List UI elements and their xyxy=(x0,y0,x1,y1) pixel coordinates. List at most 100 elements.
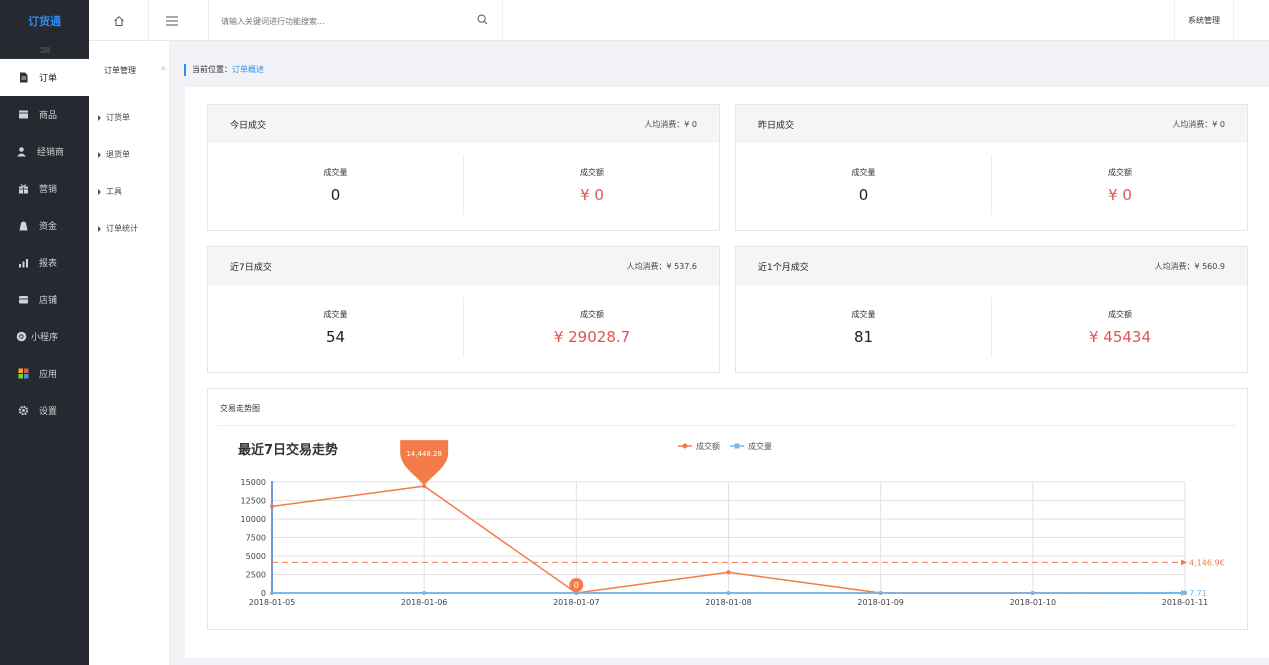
qty-value: 54 xyxy=(325,328,346,346)
submenu-item-order-stats[interactable]: 订单统计 xyxy=(89,210,169,247)
chart-marks: 14,448.28 0 xyxy=(400,440,584,593)
qty-column: 成交量 81 xyxy=(736,297,992,357)
submenu-item-return-order[interactable]: 退货单 xyxy=(89,136,169,173)
amount-value: ¥ 0 xyxy=(1108,186,1132,204)
qty-value: 81 xyxy=(853,328,874,346)
gear-icon xyxy=(18,405,29,416)
breadcrumb-current[interactable]: 订单概述 xyxy=(232,65,264,74)
app-root: 订货通 系统管理 订单 商品 经销商 营销 xyxy=(0,0,1269,665)
sidebar-item-dealer[interactable]: 经销商 xyxy=(0,133,89,170)
x-tick-label: 2018-01-10 xyxy=(1010,598,1056,607)
legend-label: 成交量 xyxy=(748,441,772,451)
submenu-item-purchase-order[interactable]: 订货单 xyxy=(89,99,169,136)
breadcrumb: 当前位置：订单概述 xyxy=(184,64,264,76)
x-tick-label: 2018-01-07 xyxy=(553,598,600,607)
card-body: 成交量 81 成交额 ¥ 45434 xyxy=(736,297,1247,357)
card-header: 今日成交 人均消费：¥ 0 xyxy=(208,105,719,143)
user-icon xyxy=(17,147,26,157)
legend-marker xyxy=(734,443,740,449)
submenu-title: 订单管理 « xyxy=(89,41,169,99)
average-arrow xyxy=(1181,589,1187,596)
y-tick-label: 0 xyxy=(261,589,266,598)
system-management-button[interactable]: 系统管理 xyxy=(1174,0,1234,41)
amount-label: 成交额 xyxy=(580,168,604,177)
y-tick-label: 7500 xyxy=(246,534,266,543)
card-header: 昨日成交 人均消费：¥ 0 xyxy=(736,105,1247,143)
average-arrow xyxy=(1181,559,1187,566)
submenu-item-label: 订单统计 xyxy=(106,224,138,233)
amount-value: ¥ 45434 xyxy=(1088,328,1152,346)
card-avg: 人均消费：¥ 0 xyxy=(1172,119,1225,129)
sidebar-item-store[interactable]: 店铺 xyxy=(0,281,89,318)
menu-toggle-button[interactable] xyxy=(149,0,195,41)
breadcrumb-prefix: 当前位置： xyxy=(192,65,232,74)
card-title: 近1个月成交 xyxy=(758,262,809,273)
sidebar-item-order[interactable]: 订单 xyxy=(0,59,89,96)
max-value-marker xyxy=(400,440,449,487)
chart-grid xyxy=(272,481,1186,594)
amount-label: 成交额 xyxy=(1108,168,1132,177)
amount-value: ¥ 0 xyxy=(580,186,604,204)
sidebar-item-label: 应用 xyxy=(39,370,58,380)
qty-value: 0 xyxy=(330,186,341,204)
amount-label: 成交额 xyxy=(580,310,604,319)
wallet-icon xyxy=(19,221,28,231)
sidebar-item-label: 店铺 xyxy=(39,296,58,306)
caret-right-icon xyxy=(98,188,101,195)
collapse-icon xyxy=(39,47,50,52)
card-body: 成交量 54 成交额 ¥ 29028.7 xyxy=(208,297,719,357)
x-tick-label: 2018-01-09 xyxy=(857,598,904,607)
sidebar-item-settings[interactable]: 设置 xyxy=(0,392,89,429)
sidebar-item-label: 资金 xyxy=(39,222,58,232)
collapse-submenu-icon[interactable]: « xyxy=(160,64,166,74)
sidebar-item-apps[interactable]: 应用 xyxy=(0,355,89,392)
caret-right-icon xyxy=(98,114,101,121)
qty-label: 成交量 xyxy=(323,310,348,319)
sidebar-item-marketing[interactable]: 营销 xyxy=(0,170,89,207)
submenu-item-label: 工具 xyxy=(106,187,122,196)
sidebar-item-funds[interactable]: 资金 xyxy=(0,207,89,244)
y-tick-label: 15000 xyxy=(241,478,266,487)
qty-column: 成交量 0 xyxy=(736,155,992,215)
qty-label: 成交量 xyxy=(851,310,876,319)
card-avg: 人均消费：¥ 0 xyxy=(644,119,697,129)
data-point xyxy=(270,504,274,509)
search-input[interactable] xyxy=(221,13,461,29)
sidebar-item-mini-program[interactable]: 小程序 xyxy=(0,318,89,355)
sidebar-collapse-handle[interactable] xyxy=(0,41,89,59)
sidebar-item-label: 报表 xyxy=(39,259,58,269)
legend-label: 成交额 xyxy=(696,441,720,451)
chart-axes: 0 2500 5000 7500 10000 12500 15000 2018-01-05 20… xyxy=(241,478,1209,607)
amount-column: 成交额 ¥ 45434 xyxy=(992,297,1248,357)
qty-label: 成交量 xyxy=(851,168,876,177)
y-tick-label: 2500 xyxy=(246,571,266,580)
amount-column: 成交额 ¥ 0 xyxy=(992,155,1248,215)
chart-title: 最近7日交易走势 xyxy=(238,442,338,458)
sidebar-item-label: 经销商 xyxy=(37,148,65,158)
amount-column: 成交额 ¥ 0 xyxy=(464,155,720,215)
sidebar-item-label: 营销 xyxy=(39,185,58,195)
submenu-title-label: 订单管理 xyxy=(104,65,136,75)
card-header: 近7日成交 人均消费：¥ 537.6 xyxy=(208,247,719,285)
apps-icon xyxy=(18,368,29,379)
sidebar: 订单 商品 经销商 营销 资金 报表 店铺 小程序 应用 设置 xyxy=(0,41,89,665)
qty-column: 成交量 54 xyxy=(208,297,464,357)
sidebar-item-report[interactable]: 报表 xyxy=(0,244,89,281)
home-button[interactable] xyxy=(89,0,149,41)
app-logo[interactable]: 订货通 xyxy=(0,0,89,41)
sidebar-item-label: 订单 xyxy=(39,74,58,84)
stat-card-7days: 近7日成交 人均消费：¥ 537.6 成交量 54 成交额 ¥ 29028.7 xyxy=(207,246,720,373)
min-value-label: 0 xyxy=(574,581,579,590)
card-title: 近7日成交 xyxy=(230,262,272,273)
amount-value: ¥ 29028.7 xyxy=(553,328,631,346)
search-icon[interactable] xyxy=(477,14,488,25)
trend-line-chart[interactable]: 最近7日交易走势 成交额 成交量 0 2500 5000 7500 10000 12500 1… xyxy=(208,389,1247,629)
card-avg: 人均消费：¥ 537.6 xyxy=(626,261,697,271)
sidebar-item-goods[interactable]: 商品 xyxy=(0,96,89,133)
chart-legend[interactable]: 成交额 成交量 xyxy=(678,441,772,451)
x-tick-label: 2018-01-08 xyxy=(705,598,752,607)
qty-value: 0 xyxy=(858,186,869,204)
average-label: 4,146.9€ xyxy=(1189,558,1225,567)
card-title: 今日成交 xyxy=(230,120,267,131)
submenu-item-tools[interactable]: 工具 xyxy=(89,173,169,210)
